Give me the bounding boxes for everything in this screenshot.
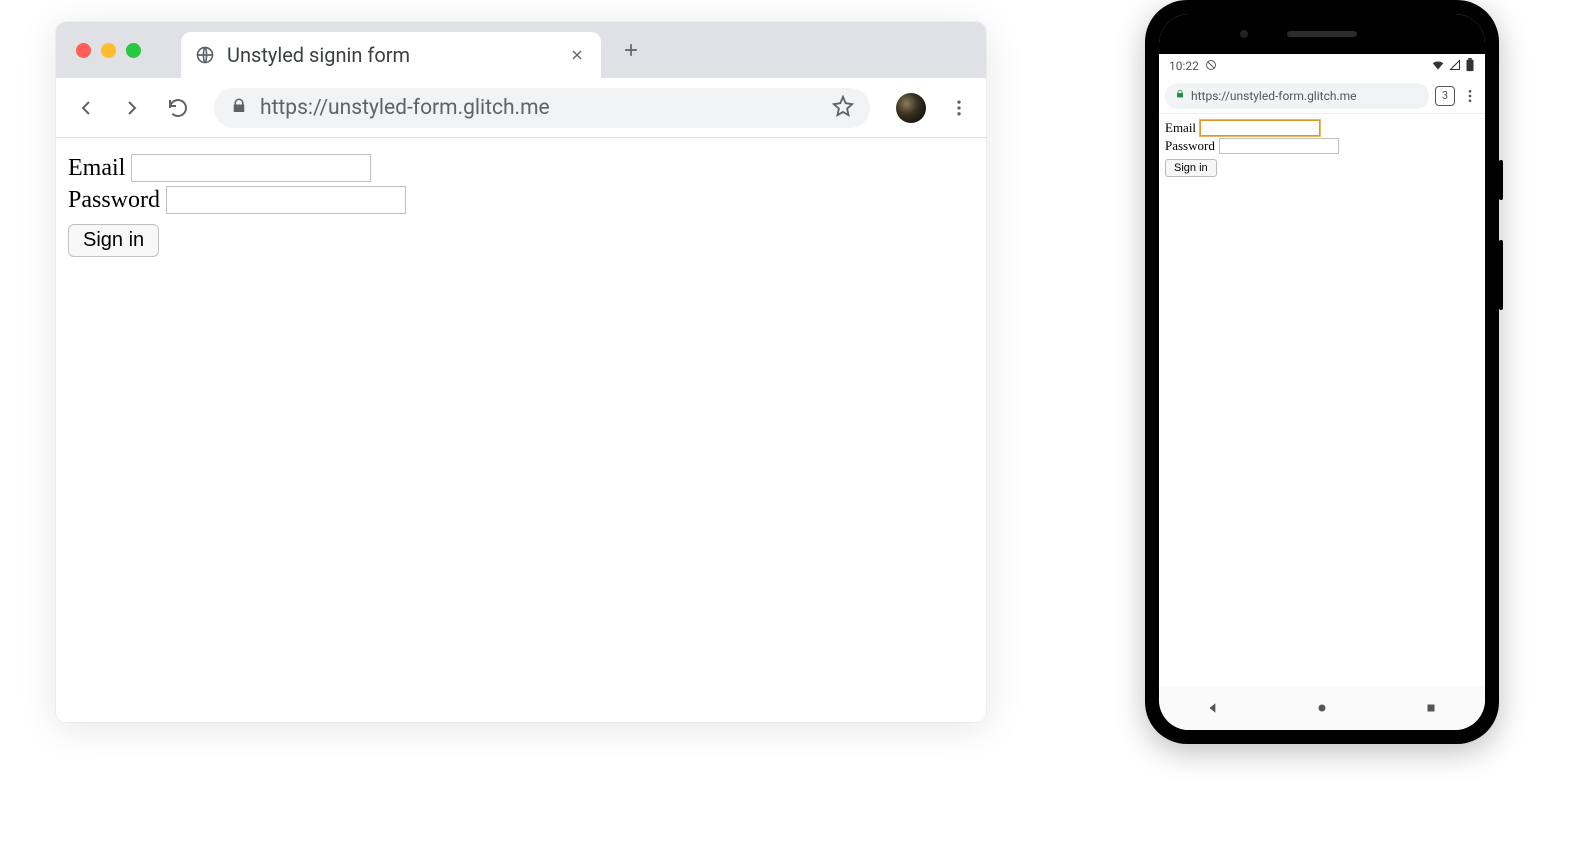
mobile-signin-button[interactable]: Sign in xyxy=(1165,159,1217,177)
password-field[interactable] xyxy=(166,186,406,214)
mobile-menu-button[interactable] xyxy=(1461,88,1479,104)
star-icon[interactable] xyxy=(832,95,854,121)
mobile-email-field[interactable] xyxy=(1200,120,1320,136)
mobile-email-label: Email xyxy=(1165,120,1196,136)
battery-icon xyxy=(1465,58,1475,75)
phone-screen: 10:22 ht xyxy=(1159,14,1485,730)
browser-tab[interactable]: Unstyled signin form xyxy=(181,32,601,78)
status-time: 10:22 xyxy=(1169,59,1199,73)
page-content: Email Password Sign in xyxy=(56,138,986,722)
forward-button[interactable] xyxy=(114,90,150,126)
close-window-button[interactable] xyxy=(76,43,91,58)
minimize-window-button[interactable] xyxy=(101,43,116,58)
nav-recent-button[interactable] xyxy=(1422,699,1440,717)
browser-toolbar: https://unstyled-form.glitch.me xyxy=(56,78,986,138)
tab-title: Unstyled signin form xyxy=(227,43,555,67)
browser-menu-button[interactable] xyxy=(944,93,974,123)
android-nav-bar xyxy=(1159,686,1485,730)
email-label: Email xyxy=(68,155,125,182)
camera-dot xyxy=(1240,30,1248,38)
lock-icon xyxy=(230,97,248,119)
new-tab-button[interactable] xyxy=(615,34,647,66)
phone-device-frame: 10:22 ht xyxy=(1145,0,1499,744)
globe-icon xyxy=(195,45,215,65)
close-tab-icon[interactable] xyxy=(567,45,587,65)
mobile-url-text: https://unstyled-form.glitch.me xyxy=(1191,89,1357,103)
tab-count-button[interactable]: 3 xyxy=(1435,86,1455,106)
mobile-password-field[interactable] xyxy=(1219,138,1339,154)
lock-icon xyxy=(1175,89,1185,102)
speaker-grille xyxy=(1287,31,1357,37)
mobile-toolbar: https://unstyled-form.glitch.me 3 xyxy=(1159,78,1485,114)
tab-strip: Unstyled signin form xyxy=(56,22,986,78)
wifi-icon xyxy=(1431,58,1445,75)
desktop-browser-window: Unstyled signin form https://unstyled-fo… xyxy=(56,22,986,722)
nav-home-button[interactable] xyxy=(1313,699,1331,717)
signin-button[interactable]: Sign in xyxy=(68,224,159,257)
volume-button xyxy=(1499,240,1503,310)
mobile-address-bar[interactable]: https://unstyled-form.glitch.me xyxy=(1165,83,1429,109)
email-field[interactable] xyxy=(131,154,371,182)
back-button[interactable] xyxy=(68,90,104,126)
nav-back-button[interactable] xyxy=(1204,699,1222,717)
reload-button[interactable] xyxy=(160,90,196,126)
maximize-window-button[interactable] xyxy=(126,43,141,58)
mobile-page-content: Email Password Sign in xyxy=(1159,114,1485,686)
mobile-password-label: Password xyxy=(1165,138,1215,154)
address-bar[interactable]: https://unstyled-form.glitch.me xyxy=(214,88,870,128)
window-controls xyxy=(76,43,141,58)
profile-avatar[interactable] xyxy=(896,93,926,123)
do-not-disturb-icon xyxy=(1205,59,1217,74)
signal-icon xyxy=(1449,59,1461,74)
power-button xyxy=(1499,160,1503,200)
status-bar: 10:22 xyxy=(1159,54,1485,78)
url-text: https://unstyled-form.glitch.me xyxy=(260,96,820,120)
phone-notch xyxy=(1159,14,1485,54)
tab-count-value: 3 xyxy=(1442,89,1448,102)
password-label: Password xyxy=(68,187,160,214)
